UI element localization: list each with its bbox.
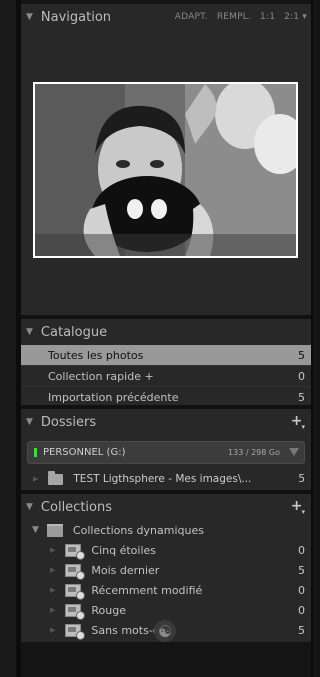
collection-marker-icon: ▶ xyxy=(50,606,56,614)
catalogue-item-label: Importation précédente xyxy=(48,390,179,404)
zoom-2-1-button[interactable]: 2:1 ▾ xyxy=(284,12,307,22)
folder-item[interactable]: ▶ TEST Ligthsphere - Mes images\... 5 xyxy=(21,468,311,490)
yin-yang-glyph: ☯ xyxy=(157,621,173,641)
catalogue-item-previous-import[interactable]: Importation précédente 5 xyxy=(21,386,311,407)
collections-title: Collections xyxy=(40,499,112,515)
collection-count: 0 xyxy=(298,583,305,597)
navigation-title: Navigation xyxy=(40,9,112,25)
collection-label: Récemment modifié xyxy=(91,583,203,597)
expand-triangle-icon[interactable]: ▶ xyxy=(33,475,38,483)
navigation-panel: ▼ Navigation ADAPT. REMPL. 1:1 2:1 ▾ xyxy=(21,4,311,315)
collapse-triangle-icon[interactable]: ▼ xyxy=(26,12,33,22)
collection-count: 5 xyxy=(298,563,305,577)
collection-count: 0 xyxy=(298,543,305,557)
preview-photo xyxy=(35,84,296,256)
catalogue-item-label: Toutes les photos xyxy=(48,348,144,362)
volume-status-led xyxy=(34,448,37,457)
collection-label: Cinq étoiles xyxy=(91,543,156,557)
smart-collection-icon xyxy=(65,543,86,560)
collection-marker-icon: ▶ xyxy=(50,586,56,594)
collection-marker-icon: ▶ xyxy=(50,626,56,634)
collection-label: Mois dernier xyxy=(91,563,160,577)
collection-marker-icon: ▶ xyxy=(50,566,56,574)
collection-count: 5 xyxy=(298,623,305,637)
folder-label: TEST Ligthsphere - Mes images\... xyxy=(73,473,252,485)
smart-collection-icon xyxy=(65,623,86,640)
collapse-triangle-icon[interactable]: ▼ xyxy=(26,327,33,337)
smart-collection-icon xyxy=(65,563,86,580)
collection-count: 0 xyxy=(298,603,305,617)
catalogue-item-count: 0 xyxy=(298,369,305,383)
collection-set[interactable]: ▼ Collections dynamiques xyxy=(21,520,311,540)
collection-marker-icon: ▶ xyxy=(50,546,56,554)
expand-triangle-icon[interactable]: ▼ xyxy=(32,525,39,535)
collapse-triangle-icon[interactable]: ▼ xyxy=(26,502,33,512)
add-collection-button[interactable]: +▾ xyxy=(291,499,305,518)
folders-header[interactable]: ▼ Dossiers +▾ xyxy=(21,409,311,435)
volume-name: PERSONNEL (G:) xyxy=(43,447,126,458)
collection-item[interactable]: ▶ Rouge 0 xyxy=(21,600,311,620)
catalogue-header[interactable]: ▼ Catalogue xyxy=(21,319,311,345)
volume-dropdown-icon[interactable] xyxy=(289,448,299,456)
collection-label: Sans mots-clés xyxy=(91,623,175,637)
collection-item[interactable]: ▶ Cinq étoiles 0 xyxy=(21,540,311,560)
catalogue-panel: ▼ Catalogue Toutes les photos 5 Collecti… xyxy=(21,319,311,405)
folder-icon xyxy=(48,470,64,485)
catalogue-item-count: 5 xyxy=(298,348,305,362)
left-panel-edge xyxy=(0,0,21,677)
collection-item[interactable]: ▶ Mois dernier 5 xyxy=(21,560,311,580)
zoom-1-1-button[interactable]: 1:1 xyxy=(260,12,275,22)
folders-title: Dossiers xyxy=(40,414,97,430)
volume-capacity: 133 / 298 Go xyxy=(228,448,280,457)
dropdown-arrow-icon: ▾ xyxy=(301,508,305,516)
dropdown-arrow-icon: ▾ xyxy=(301,423,305,431)
catalogue-item-count: 5 xyxy=(298,390,305,404)
folder-count: 5 xyxy=(298,473,305,485)
folders-panel: ▼ Dossiers +▾ PERSONNEL (G:) 133 / 298 G… xyxy=(21,409,311,490)
zoom-fill-button[interactable]: REMPL. xyxy=(217,12,251,22)
add-folder-button[interactable]: +▾ xyxy=(291,414,305,433)
smart-collection-icon xyxy=(65,583,86,600)
navigator-preview[interactable] xyxy=(33,82,298,258)
catalogue-title: Catalogue xyxy=(40,324,108,340)
navigation-header[interactable]: ▼ Navigation ADAPT. REMPL. 1:1 2:1 ▾ xyxy=(21,4,311,30)
collapse-triangle-icon[interactable]: ▼ xyxy=(26,417,33,427)
collection-set-icon xyxy=(46,523,63,537)
catalogue-item-all-photos[interactable]: Toutes les photos 5 xyxy=(21,345,311,365)
collection-label: Rouge xyxy=(91,603,126,617)
volume-bar[interactable]: PERSONNEL (G:) 133 / 298 Go xyxy=(27,441,305,464)
catalogue-item-label: Collection rapide + xyxy=(48,369,154,383)
zoom-options: ADAPT. REMPL. 1:1 2:1 ▾ xyxy=(175,12,307,22)
yin-yang-icon[interactable]: ☯ xyxy=(154,620,176,642)
collection-item[interactable]: ▶ Récemment modifié 0 xyxy=(21,580,311,600)
zoom-fit-button[interactable]: ADAPT. xyxy=(175,12,208,22)
smart-collection-icon xyxy=(65,603,86,620)
scrollbar-track[interactable] xyxy=(311,0,313,677)
catalogue-item-quick-collection[interactable]: Collection rapide + 0 xyxy=(21,365,311,386)
collections-header[interactable]: ▼ Collections +▾ xyxy=(21,494,311,520)
collection-set-label: Collections dynamiques xyxy=(72,523,204,537)
